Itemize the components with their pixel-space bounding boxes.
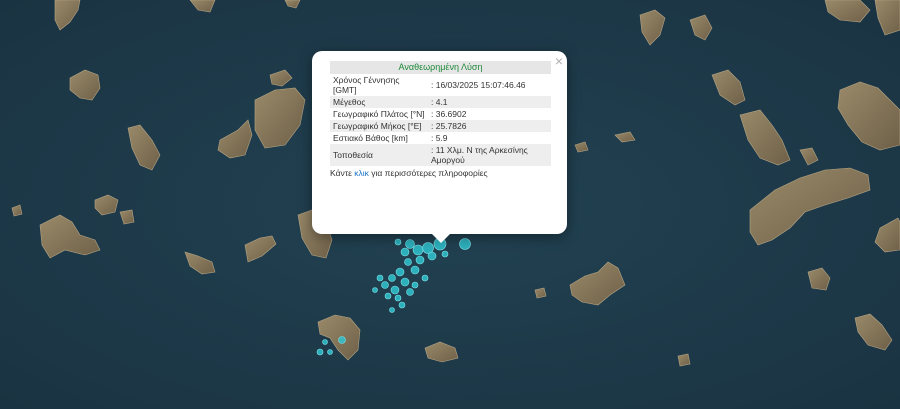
- popup-title: Αναθεωρημένη Λύση: [330, 61, 551, 74]
- close-icon[interactable]: ×: [555, 53, 563, 69]
- earthquake-marker: [338, 336, 346, 344]
- earthquake-marker: [394, 294, 402, 302]
- earthquake-marker: [327, 349, 333, 355]
- earthquake-marker: [390, 285, 400, 295]
- earthquake-marker: [389, 307, 395, 313]
- earthquake-marker: [388, 274, 396, 282]
- earthquake-details-table: Χρόνος Γέννησης [GMT] : 16/03/2025 15:07:…: [330, 74, 551, 166]
- earthquake-marker: [405, 239, 415, 249]
- more-info-suffix: για περισσότερες πληροφορίες: [368, 168, 488, 178]
- earthquake-marker: [411, 281, 419, 289]
- detail-label: Γεωγραφικό Πλάτος [°N]: [333, 109, 425, 119]
- detail-row: Τοποθεσία: 11 Χλμ. N της Αρκεσίνης Αμοργ…: [330, 144, 551, 166]
- detail-value: : 5.9: [431, 133, 448, 143]
- earthquake-marker: [400, 277, 410, 287]
- earthquake-marker: [376, 274, 384, 282]
- earthquake-marker: [427, 251, 437, 261]
- more-info-text: Κάντε κλικ για περισσότερες πληροφορίες: [330, 168, 555, 178]
- earthquake-marker: [395, 267, 405, 277]
- earthquake-marker: [398, 301, 406, 309]
- detail-label: Τοποθεσία: [330, 144, 428, 166]
- earthquake-marker: [400, 247, 410, 257]
- detail-label: Μέγεθος: [330, 96, 428, 108]
- earthquake-marker: [459, 238, 471, 250]
- detail-value: : 11 Χλμ. N της Αρκεσίνης Αμοργού: [428, 144, 551, 166]
- detail-row: Χρόνος Γέννησης [GMT] : 16/03/2025 15:07:…: [330, 74, 551, 96]
- detail-label: Εστιακό Βάθος [km]: [333, 133, 408, 143]
- earthquake-marker: [384, 292, 392, 300]
- more-info-prefix: Κάντε: [330, 168, 355, 178]
- detail-label: Χρόνος Γέννησης [GMT]: [333, 75, 400, 95]
- earthquake-marker: [372, 287, 378, 293]
- detail-row: Μέγεθος: 4.1: [330, 96, 551, 108]
- earthquake-marker: [410, 265, 420, 275]
- earthquake-marker: [322, 339, 328, 345]
- earthquake-marker: [404, 258, 412, 266]
- earthquake-marker: [394, 238, 402, 246]
- detail-value: : 16/03/2025 15:07:46.46: [431, 80, 526, 90]
- detail-label: Γεωγραφικό Μήκος [°E]: [330, 120, 428, 132]
- earthquake-marker: [316, 348, 324, 356]
- earthquake-marker: [381, 281, 389, 289]
- detail-row: Γεωγραφικό Μήκος [°E]: 25.7826: [330, 120, 551, 132]
- island: [677, 353, 691, 367]
- island: [534, 287, 547, 299]
- earthquake-marker: [441, 250, 449, 258]
- detail-row: Εστιακό Βάθος [km] : 5.9: [330, 132, 551, 144]
- detail-value: : 36.6902: [431, 109, 467, 119]
- more-info-link[interactable]: κλικ: [354, 168, 369, 178]
- earthquake-marker: [415, 255, 425, 265]
- detail-value: : 4.1: [428, 96, 551, 108]
- earthquake-marker: [406, 288, 414, 296]
- detail-row: Γεωγραφικό Πλάτος [°N] : 36.6902: [330, 108, 551, 120]
- detail-value: : 25.7826: [428, 120, 551, 132]
- earthquake-marker: [412, 244, 424, 256]
- earthquake-popup: × Αναθεωρημένη Λύση Χρόνος Γέννησης [GMT…: [312, 51, 567, 243]
- earthquake-marker: [421, 274, 429, 282]
